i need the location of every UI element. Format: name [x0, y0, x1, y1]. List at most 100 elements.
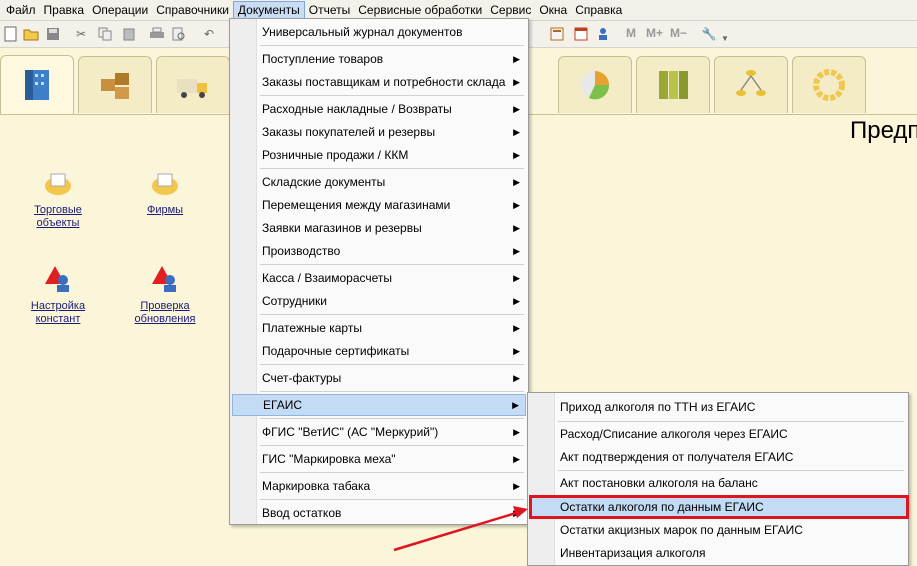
cut-icon[interactable]: ✂: [72, 25, 90, 43]
submenu-arrow-icon: ▶: [513, 104, 520, 114]
menu-item-payment-cards[interactable]: Платежные карты ▶: [258, 317, 526, 339]
menu-item-cash-settlements[interactable]: Касса / Взаиморасчеты ▶: [258, 267, 526, 289]
tab-warehouse[interactable]: [78, 56, 152, 113]
menu-item-universal-journal[interactable]: Универсальный журнал документов: [258, 21, 526, 43]
documents-menu: Универсальный журнал документов Поступле…: [229, 18, 529, 525]
submenu-arrow-icon: ▶: [513, 223, 520, 233]
menu-item-fur-marking[interactable]: ГИС "Маркировка меха" ▶: [258, 448, 526, 470]
menu-help[interactable]: Справка: [571, 1, 626, 19]
paste-icon[interactable]: [120, 25, 138, 43]
menu-item-production[interactable]: Производство ▶: [258, 240, 526, 262]
menu-service-processing[interactable]: Сервисные обработки: [354, 1, 486, 19]
tab-enterprise[interactable]: [0, 55, 74, 114]
calculator-icon[interactable]: [548, 25, 566, 43]
submenu-item-alcohol-inventory[interactable]: Инвентаризация алкоголя: [556, 542, 906, 564]
shortcut-label: Проверка обновления: [134, 300, 196, 325]
menu-item-employees[interactable]: Сотрудники ▶: [258, 290, 526, 312]
building-icon: [25, 70, 49, 100]
submenu-arrow-icon: ▶: [513, 481, 520, 491]
ring-icon: [813, 69, 845, 101]
menu-item-tax-invoices[interactable]: Счет-фактуры ▶: [258, 367, 526, 389]
menu-item-invoices-returns[interactable]: Расходные накладные / Возвраты ▶: [258, 98, 526, 120]
menu-service[interactable]: Сервис: [486, 1, 535, 19]
tab-structure[interactable]: [714, 56, 788, 113]
memory-minus-button[interactable]: M−: [670, 26, 687, 40]
menu-edit[interactable]: Правка: [40, 1, 89, 19]
user-warning-icon: [150, 264, 180, 294]
submenu-item-alcohol-receipt-ttn[interactable]: Приход алкоголя по ТТН из ЕГАИС: [556, 396, 906, 418]
menu-item-egais[interactable]: ЕГАИС ▶: [232, 394, 526, 416]
calendar-icon[interactable]: [572, 25, 590, 43]
submenu-arrow-icon: ▶: [513, 200, 520, 210]
toolbar-dropdown-icon[interactable]: ▼: [716, 29, 734, 47]
menu-directories[interactable]: Справочники: [152, 1, 233, 19]
menu-windows[interactable]: Окна: [535, 1, 571, 19]
folder-documents-icon: [43, 168, 73, 198]
user-warning-icon: [43, 264, 73, 294]
submenu-arrow-icon: ▶: [513, 246, 520, 256]
submenu-arrow-icon: ▶: [513, 273, 520, 283]
shortcut-firms[interactable]: Фирмы: [120, 168, 210, 217]
binders-icon: [659, 71, 688, 99]
submenu-arrow-icon: ▶: [513, 454, 520, 464]
menu-item-store-requests[interactable]: Заявки магазинов и резервы ▶: [258, 217, 526, 239]
menu-item-retail-sales[interactable]: Розничные продажи / ККМ ▶: [258, 144, 526, 166]
submenu-arrow-icon: ▶: [513, 54, 520, 64]
coins-tree-icon: [736, 70, 766, 96]
truck-icon: [177, 79, 207, 98]
menu-item-warehouse-documents[interactable]: Складские документы ▶: [258, 171, 526, 193]
menu-item-opening-balances[interactable]: Ввод остатков ▶: [258, 502, 526, 524]
submenu-item-alcohol-stock-egais[interactable]: Остатки алкоголя по данным ЕГАИС: [529, 495, 909, 519]
menu-item-customer-orders[interactable]: Заказы покупателей и резервы ▶: [258, 121, 526, 143]
shortcut-label: Настройка констант: [30, 300, 86, 325]
menu-file[interactable]: Файл: [2, 1, 40, 19]
submenu-arrow-icon: ▶: [513, 346, 520, 356]
submenu-arrow-icon: ▶: [513, 373, 520, 383]
copy-icon[interactable]: [96, 25, 114, 43]
tab-analytics[interactable]: [558, 56, 632, 113]
pie-chart-icon: [581, 71, 610, 100]
submenu-item-balance-registration[interactable]: Акт постановки алкоголя на баланс: [556, 472, 906, 494]
submenu-item-alcohol-writeoff[interactable]: Расход/Списание алкоголя через ЕГАИС: [556, 423, 906, 445]
memory-button[interactable]: M: [626, 26, 636, 40]
save-icon[interactable]: [44, 25, 62, 43]
submenu-item-recipient-confirmation[interactable]: Акт подтверждения от получателя ЕГАИС: [556, 446, 906, 468]
menu-operations[interactable]: Операции: [88, 1, 152, 19]
shortcut-trade-objects[interactable]: Торговые объекты: [13, 168, 103, 230]
open-folder-icon[interactable]: [22, 25, 40, 43]
preview-icon[interactable]: [170, 25, 188, 43]
print-icon[interactable]: [148, 25, 166, 43]
tab-cycle[interactable]: [792, 56, 866, 113]
menu-item-tobacco-marking[interactable]: Маркировка табака ▶: [258, 475, 526, 497]
submenu-arrow-icon: ▶: [513, 77, 520, 87]
menu-reports[interactable]: Отчеты: [305, 1, 354, 19]
submenu-arrow-icon: ▶: [513, 323, 520, 333]
submenu-arrow-icon: ▶: [513, 127, 520, 137]
submenu-arrow-icon: ▶: [512, 400, 519, 410]
menu-item-gift-certificates[interactable]: Подарочные сертификаты ▶: [258, 340, 526, 362]
submenu-arrow-icon: ▶: [513, 150, 520, 160]
users-icon[interactable]: [596, 25, 614, 43]
page-title: Предп: [850, 117, 917, 144]
tab-archive[interactable]: [636, 56, 710, 113]
menu-item-goods-receipt[interactable]: Поступление товаров ▶: [258, 48, 526, 70]
menu-item-store-transfers[interactable]: Перемещения между магазинами ▶: [258, 194, 526, 216]
menu-item-fgis-vetis[interactable]: ФГИС "ВетИС" (АС "Меркурий") ▶: [258, 421, 526, 443]
submenu-arrow-icon: ▶: [513, 177, 520, 187]
egais-submenu: Приход алкоголя по ТТН из ЕГАИС Расход/С…: [527, 392, 909, 566]
undo-icon[interactable]: ↶: [200, 25, 218, 43]
shortcut-check-updates[interactable]: Проверка обновления: [120, 264, 210, 326]
shortcut-label: Торговые объекты: [34, 204, 82, 229]
new-document-icon[interactable]: [2, 25, 20, 43]
menu-item-supplier-orders[interactable]: Заказы поставщикам и потребности склада ▶: [258, 71, 526, 93]
menu-documents[interactable]: Документы: [232, 1, 305, 19]
memory-plus-button[interactable]: M+: [646, 26, 663, 40]
submenu-arrow-icon: ▶: [513, 508, 520, 518]
folder-documents-icon: [150, 168, 180, 198]
shortcut-label: Фирмы: [146, 204, 184, 216]
submenu-item-excise-stamps-stock[interactable]: Остатки акцизных марок по данным ЕГАИС: [556, 519, 906, 541]
shortcut-constants-settings[interactable]: Настройка констант: [13, 264, 103, 326]
boxes-icon: [101, 73, 129, 99]
tab-logistics[interactable]: [156, 56, 230, 113]
submenu-arrow-icon: ▶: [513, 427, 520, 437]
